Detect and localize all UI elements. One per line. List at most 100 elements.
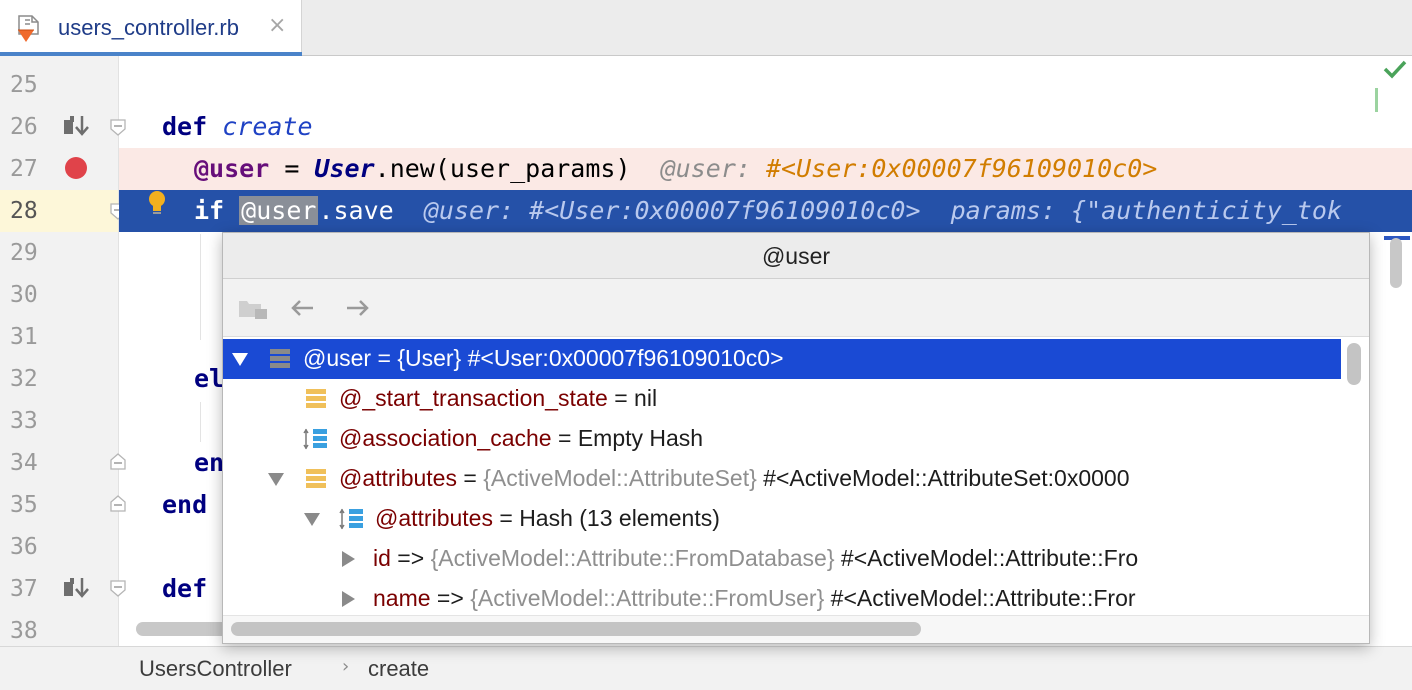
expanded-arrow-icon[interactable] [303,510,321,528]
variable-value: #<ActiveModel::Attribute::Fror [824,585,1136,611]
tree-node-attributes-hash[interactable]: @attributes = Hash (13 elements) [223,499,1341,539]
assign-operator: = [269,154,315,183]
line-number: 26 [10,114,38,140]
popup-header[interactable]: @user [223,233,1369,279]
tree-node-label: id => {ActiveModel::Attribute::FromDatab… [373,545,1138,572]
forward-arrow-icon[interactable] [339,293,375,323]
operator: => [390,545,431,571]
line-number: 38 [10,618,38,644]
line-number: 32 [10,366,38,392]
tab-users-controller[interactable]: users_controller.rb × [0,0,302,56]
line-number: 36 [10,534,38,560]
breakpoint-icon[interactable] [65,157,87,179]
operator: = [456,465,484,491]
field-icon [306,469,326,488]
keyword-end: en [194,448,225,477]
tab-label: users_controller.rb [58,15,239,40]
variable-name: name [373,585,431,611]
code-text: el [194,365,224,393]
tree-node-label: @user = {User} #<User:0x00007f96109010c0… [303,345,784,372]
indent-guide [200,234,201,340]
keyword-def: def [162,574,208,603]
code-line-35[interactable]: end [119,484,219,526]
variable-value: #<ActiveModel::Attribute::Fro [834,545,1139,571]
keyword-end: end [162,490,208,519]
field-icon [306,389,326,408]
code-text: en [194,449,224,477]
editor-vertical-scrollbar[interactable] [1390,238,1402,288]
variable-type: {ActiveModel::Attribute::FromDatabase} [430,545,835,571]
code-line-26[interactable]: def create [119,106,1412,148]
variable-type: {ActiveModel::Attribute::FromUser} [470,585,825,611]
inline-debug-value[interactable]: params: {"authenticity_tok [951,196,1342,225]
indent-guide [200,402,201,442]
code-line-28[interactable]: if @user.save @user: #<User:0x00007f9610… [119,190,1412,232]
operator: = [607,385,635,411]
variable-value: #<User:0x00007f96109010c0> [461,345,784,371]
operator: = [371,345,398,371]
back-arrow-icon[interactable] [285,293,321,323]
collapsed-arrow-icon[interactable] [339,590,357,608]
tree-node-label: @attributes = Hash (13 elements) [375,505,720,532]
open-in-frame-icon[interactable] [235,293,271,323]
method-name: create [222,112,313,141]
tree-node-id[interactable]: id => {ActiveModel::Attribute::FromDatab… [223,539,1341,579]
overrides-method-icon[interactable] [62,576,90,600]
inline-debug-value[interactable]: #<User:0x00007f96109010c0> [766,154,1157,183]
class-name: User [314,154,375,183]
keyword-else: el [194,364,225,393]
keyword-def: def [162,112,208,141]
popup-title: @user [761,243,831,269]
variable-type: {User} [397,345,462,371]
close-tab-icon[interactable]: × [268,13,286,38]
object-icon [270,349,290,368]
code-line-27[interactable]: @user = User.new(user_params) @user: #<U… [119,148,1412,190]
selected-expression[interactable]: @user [239,196,319,225]
variable-value: Empty Hash [577,425,704,451]
code-text: end [162,491,207,519]
line-number: 37 [10,576,38,602]
code-line-32[interactable]: el [119,358,224,400]
popup-horizontal-scroll-thumb[interactable] [231,622,921,636]
tree-node-name[interactable]: name => {ActiveModel::Attribute::FromUse… [223,579,1341,615]
editor-tab-bar: users_controller.rb × [0,0,1412,56]
variable-value: Hash (13 elements) [519,505,720,531]
inline-debug-value[interactable]: @user: #<User:0x00007f96109010c0> [424,196,921,225]
line-number: 28 [10,198,38,224]
breadcrumb-separator: › [342,656,350,677]
variable-name: @_start_transaction_state [339,385,608,411]
hash-icon [303,428,327,450]
operator: = [551,425,578,451]
line-number: 31 [10,324,38,350]
code-line-37[interactable]: def [119,568,219,610]
breadcrumb-item-method[interactable]: create [368,656,429,682]
operator: => [430,585,471,611]
lightbulb-icon[interactable] [146,189,168,219]
tree-node-attributes[interactable]: @attributes = {ActiveModel::AttributeSet… [223,459,1341,499]
tree-node-label: name => {ActiveModel::Attribute::FromUse… [373,585,1136,612]
line-number: 34 [10,450,38,476]
breadcrumb-item-class[interactable]: UsersController [139,656,292,682]
operator: = [492,505,520,531]
overrides-method-icon[interactable] [62,114,90,138]
ruby-file-icon [18,15,39,42]
tree-node-label: @association_cache = Empty Hash [339,425,703,452]
tree-node-user[interactable]: @user = {User} #<User:0x00007f96109010c0… [223,339,1341,379]
line-number: 29 [10,240,38,266]
code-line-34[interactable]: en [119,442,224,484]
line-number: 25 [10,72,38,98]
variable-name: id [373,545,391,571]
variables-tree[interactable]: @user = {User} #<User:0x00007f96109010c0… [223,337,1341,615]
line-number: 33 [10,408,38,434]
variable-name: @user [303,345,372,371]
tree-node-start-transaction-state[interactable]: @_start_transaction_state = nil [223,379,1341,419]
popup-vertical-scrollbar[interactable] [1347,343,1361,385]
expanded-arrow-icon[interactable] [231,350,249,368]
collapsed-arrow-icon[interactable] [339,550,357,568]
variable-name: @attributes [375,505,493,531]
expanded-arrow-icon[interactable] [267,470,285,488]
tree-node-association-cache[interactable]: @association_cache = Empty Hash [223,419,1341,459]
no-problems-check-icon[interactable] [1382,58,1408,80]
code-text: def create [162,113,313,141]
variable-inspector-popup[interactable]: @user @user = {User} #<User:0x00007f9610… [222,232,1370,644]
